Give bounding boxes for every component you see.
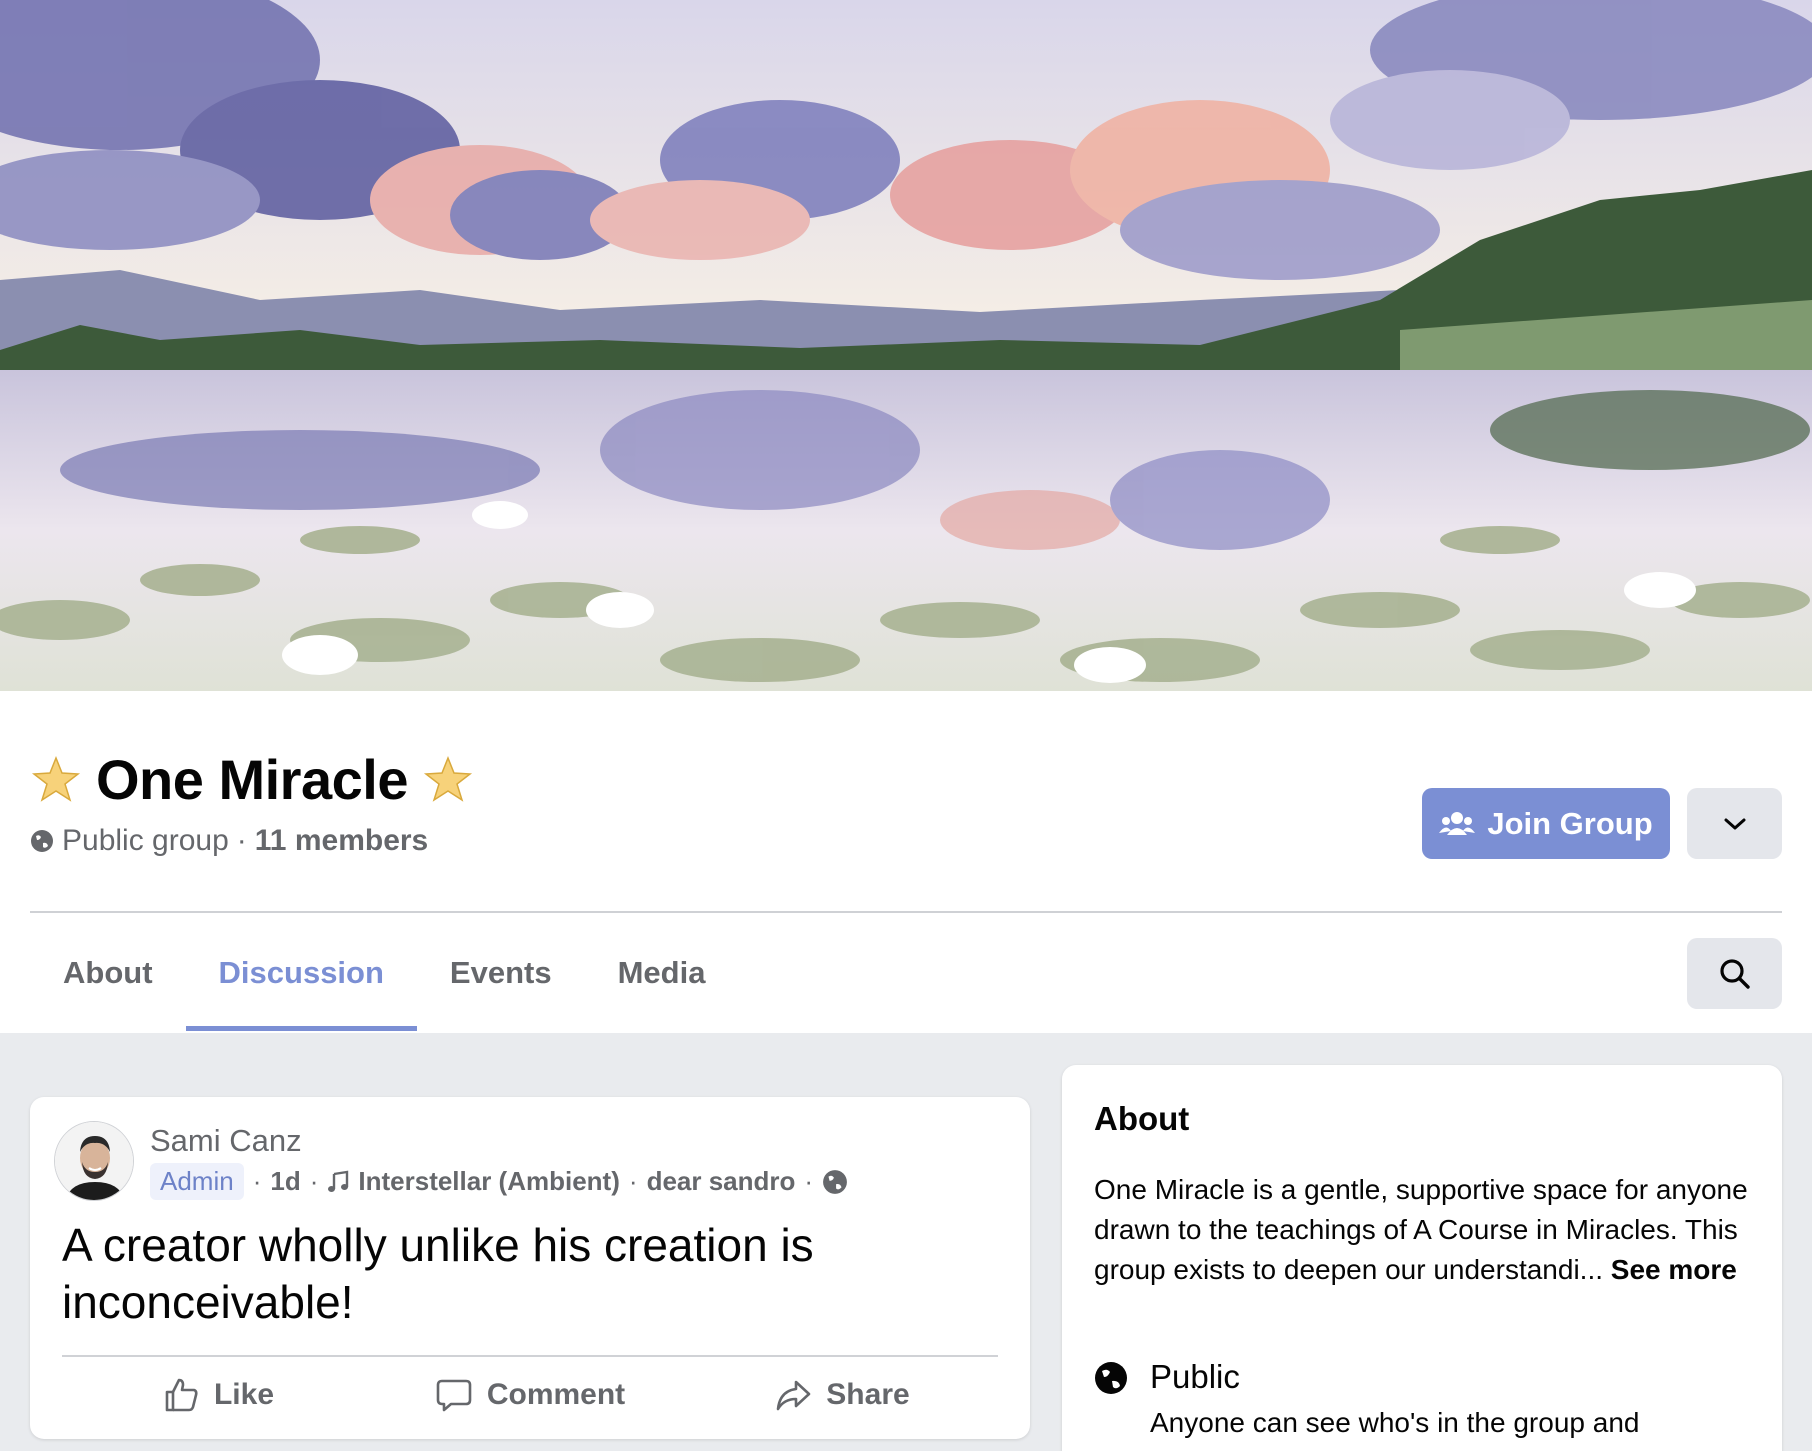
tab-about[interactable]: About — [30, 914, 186, 1031]
comment-label: Comment — [486, 1378, 626, 1411]
share-label: Share — [826, 1378, 910, 1411]
avatar[interactable] — [54, 1121, 134, 1201]
member-count[interactable]: 11 members — [255, 824, 428, 858]
post-text: A creator wholly unlike his creation is … — [62, 1219, 814, 1328]
post-divider — [62, 1355, 998, 1357]
post-actions: Like Comment Share — [62, 1361, 998, 1429]
join-group-button[interactable]: Join Group — [1422, 788, 1670, 859]
post-mention[interactable]: dear sandro — [647, 1166, 796, 1197]
meta-separator: · — [628, 1166, 638, 1196]
meta-separator: · — [252, 1166, 262, 1196]
star-emoji-icon — [31, 755, 81, 802]
cover-photo — [0, 0, 1812, 691]
post-card: Sami Canz Admin · 1d · Interstellar (Amb… — [30, 1097, 1030, 1439]
chevron-down-icon — [1724, 818, 1745, 829]
post-meta: Admin · 1d · Interstellar (Ambient) · de… — [150, 1163, 848, 1200]
post-music[interactable]: Interstellar (Ambient) — [358, 1166, 620, 1197]
privacy-description: Anyone can see who's in the group and — [1150, 1407, 1640, 1438]
see-more-link[interactable]: See more — [1611, 1254, 1737, 1285]
globe-icon — [31, 830, 53, 852]
about-card: About One Miracle is a gentle, supportiv… — [1062, 1065, 1782, 1451]
share-icon — [776, 1380, 811, 1411]
about-description: One Miracle is a gentle, supportive spac… — [1094, 1170, 1754, 1290]
join-group-label: Join Group — [1487, 805, 1653, 841]
search-icon — [1719, 958, 1750, 989]
like-icon — [165, 1378, 198, 1412]
like-button[interactable]: Like — [62, 1361, 374, 1429]
group-page: One Miracle Public group · 11 members Jo — [0, 0, 1812, 1451]
tab-events[interactable]: Events — [417, 914, 585, 1031]
header-divider — [30, 911, 1782, 913]
search-button[interactable] — [1687, 938, 1782, 1009]
meta-separator: · — [804, 1166, 814, 1196]
privacy-label: Public group — [62, 824, 229, 857]
globe-icon — [1095, 1362, 1127, 1394]
group-tabs: About Discussion Events Media — [30, 914, 738, 1031]
like-label: Like — [213, 1378, 275, 1411]
more-options-button[interactable] — [1687, 788, 1782, 859]
globe-icon — [823, 1169, 847, 1194]
tab-media[interactable]: Media — [585, 914, 739, 1031]
group-meta: Public group · 11 members — [30, 824, 428, 858]
join-group-icon — [1439, 811, 1476, 835]
admin-badge: Admin — [150, 1163, 244, 1200]
post-time[interactable]: 1d — [270, 1166, 300, 1197]
meta-separator: · — [236, 824, 247, 857]
group-header: One Miracle Public group · 11 members Jo — [0, 691, 1812, 1033]
star-emoji-icon — [423, 755, 473, 802]
meta-separator: · — [309, 1166, 319, 1196]
comment-button[interactable]: Comment — [374, 1361, 686, 1429]
tab-discussion[interactable]: Discussion — [185, 914, 418, 1031]
share-button[interactable]: Share — [686, 1361, 998, 1429]
about-title: About — [1094, 1100, 1190, 1137]
post-author[interactable]: Sami Canz — [150, 1123, 302, 1159]
group-title-row: One Miracle — [30, 747, 474, 812]
music-note-icon — [328, 1170, 349, 1192]
comment-icon — [436, 1379, 472, 1412]
group-name: One Miracle — [96, 748, 408, 811]
privacy-title: Public — [1150, 1358, 1240, 1395]
